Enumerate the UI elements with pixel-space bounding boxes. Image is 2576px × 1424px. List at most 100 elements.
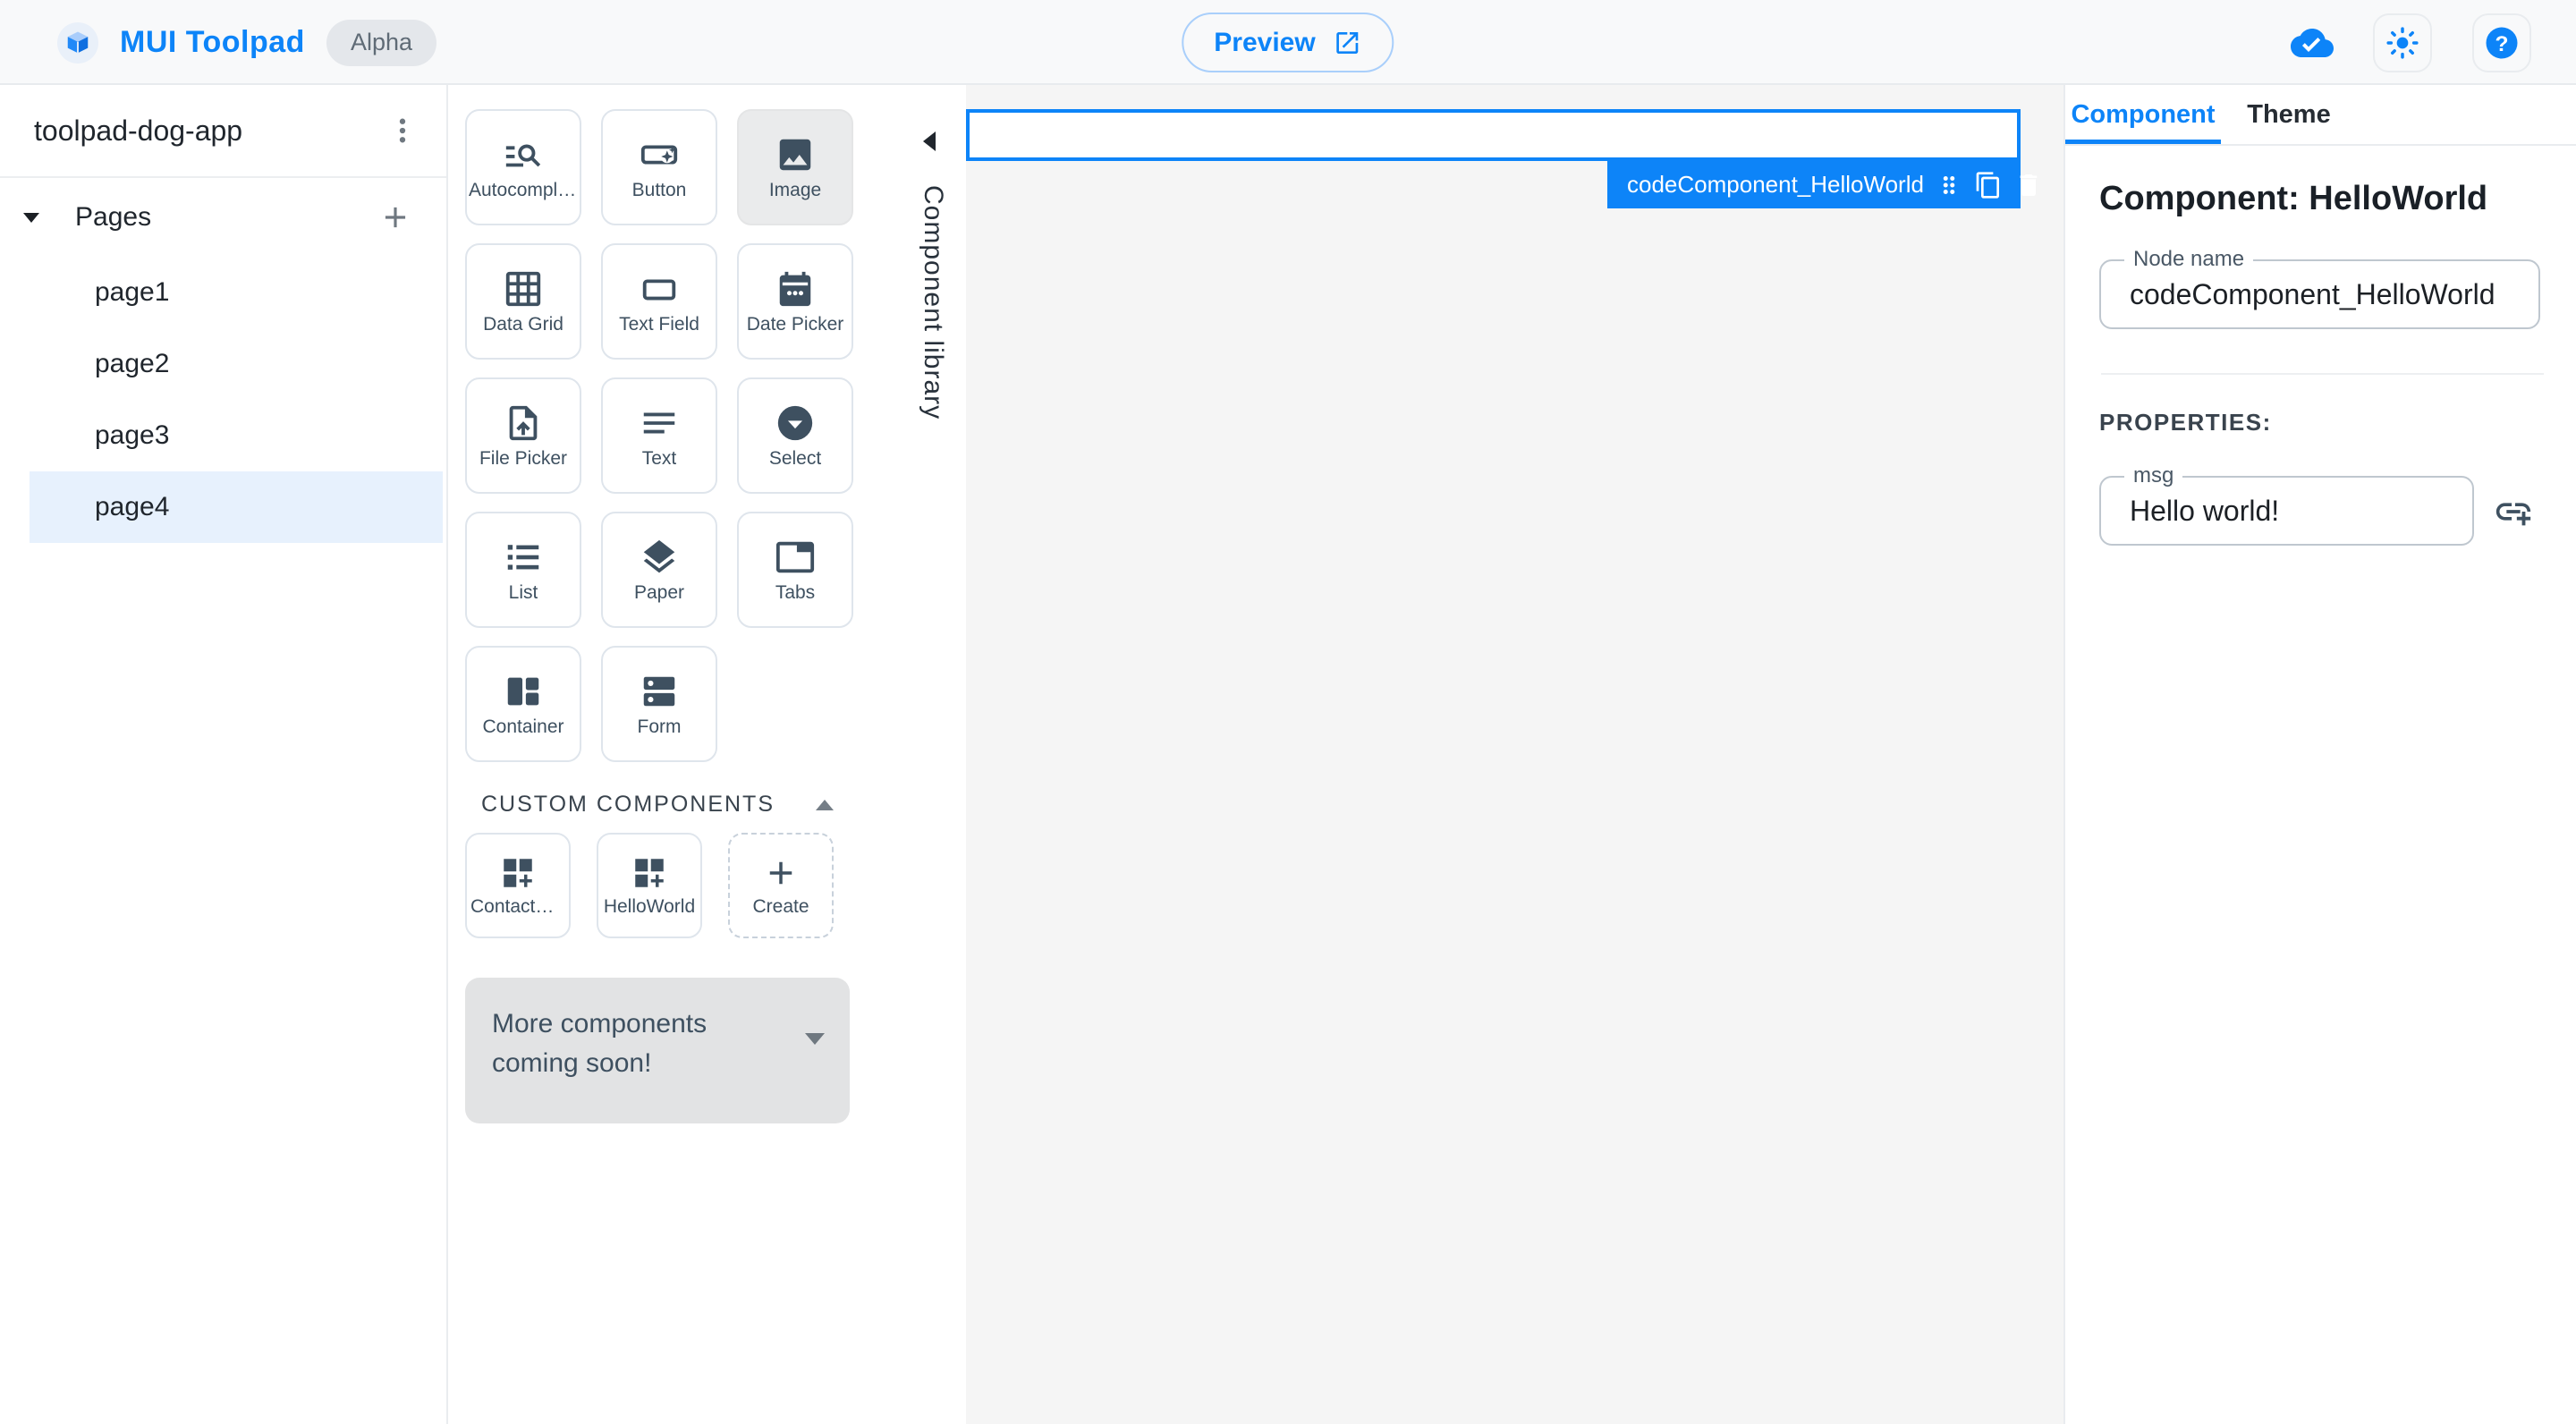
tile-label: Image — [768, 179, 822, 200]
tile-label: Create — [752, 895, 809, 917]
image-icon — [779, 139, 811, 170]
dashboard-customize-icon — [504, 858, 532, 887]
drag-handle[interactable] — [1936, 172, 1962, 199]
container-icon — [507, 677, 539, 705]
duplicate-node-button[interactable] — [1974, 171, 2003, 199]
properties-label: PROPERTIES: — [2099, 409, 2272, 436]
tile-label: Autocomplete — [469, 179, 578, 200]
library-collapse-rail: Component library — [900, 85, 966, 1424]
tile-label: ContactSta… — [470, 895, 565, 917]
light-mode-icon — [2386, 26, 2419, 59]
alpha-badge: Alpha — [326, 19, 437, 66]
inspector-panel: Component Theme Component: HelloWorld No… — [2063, 85, 2576, 1424]
sidebar-item-page3[interactable]: page3 — [0, 400, 446, 471]
custom-components-grid: ContactSta… HelloWorld Create — [465, 833, 834, 938]
preview-button-label: Preview — [1214, 27, 1316, 57]
smart-button-icon — [640, 144, 678, 165]
tab-theme[interactable]: Theme — [2221, 85, 2357, 144]
custom-component-tile-contactsta[interactable]: ContactSta… — [465, 833, 571, 938]
expand-coming-soon-icon[interactable] — [805, 1033, 825, 1045]
component-tile-date-picker[interactable]: Date Picker — [737, 243, 853, 360]
tile-label: Date Picker — [746, 313, 844, 335]
custom-components-label: CUSTOM COMPONENTS — [481, 792, 775, 817]
plus-icon — [769, 861, 792, 884]
autocomplete-icon — [505, 144, 541, 166]
drag-indicator-icon — [1943, 175, 1955, 194]
tile-label: List — [508, 581, 538, 603]
tile-label: Paper — [633, 581, 685, 603]
component-tile-list[interactable]: List — [465, 512, 581, 628]
component-tile-image[interactable]: Image — [737, 109, 853, 225]
section-divider — [2101, 373, 2544, 375]
help-button[interactable]: ? — [2472, 13, 2531, 72]
pages-list: page1 page2 page3 page4 — [0, 257, 446, 543]
component-tiles-grid: Autocomplete Button Image Data Grid Text… — [465, 109, 853, 762]
component-library-panel: Autocomplete Button Image Data Grid Text… — [448, 85, 966, 1424]
open-in-new-icon — [1336, 31, 1359, 54]
coming-soon-text: More components coming soon! — [492, 1009, 708, 1078]
component-heading: Component: HelloWorld — [2099, 180, 2488, 217]
tab-icon — [775, 541, 815, 572]
custom-components-header[interactable]: CUSTOM COMPONENTS — [481, 792, 834, 818]
tile-label: Tabs — [775, 581, 816, 603]
component-tile-form[interactable]: Form — [601, 646, 717, 762]
collapse-pages-icon[interactable] — [23, 212, 39, 223]
app-name: toolpad-dog-app — [34, 114, 243, 147]
custom-component-tile-helloworld[interactable]: HelloWorld — [597, 833, 702, 938]
tile-label: Select — [768, 447, 822, 469]
selected-node-name: codeComponent_HelloWorld — [1627, 171, 1924, 198]
cloud-done-icon — [2291, 21, 2334, 64]
coming-soon-panel[interactable]: More components coming soon! — [465, 978, 850, 1123]
notes-icon — [643, 412, 675, 433]
form-icon — [643, 676, 675, 706]
sidebar-item-page2[interactable]: page2 — [0, 328, 446, 400]
tab-component[interactable]: Component — [2065, 85, 2221, 144]
layers-icon — [643, 539, 675, 572]
kebab-menu-icon[interactable] — [386, 114, 419, 148]
component-tile-tabs[interactable]: Tabs — [737, 512, 853, 628]
pages-tree-header[interactable]: Pages — [0, 178, 446, 257]
active-tab-indicator — [2065, 140, 2221, 144]
list-icon — [507, 544, 539, 570]
bind-property-button[interactable] — [2489, 487, 2538, 536]
mui-toolpad-logo-icon[interactable] — [57, 21, 98, 64]
calendar-icon — [779, 271, 811, 306]
component-tile-paper[interactable]: Paper — [601, 512, 717, 628]
selected-node-toolbar: codeComponent_HelloWorld — [1607, 161, 2038, 208]
copy-icon — [1976, 171, 1999, 199]
tile-label: Form — [637, 716, 682, 737]
tile-label: Data Grid — [483, 313, 564, 335]
add-link-icon — [2496, 503, 2531, 526]
sidebar-item-page4[interactable]: page4 — [30, 471, 443, 543]
msg-field: msg — [2099, 463, 2474, 546]
mui-cube-icon — [67, 31, 89, 53]
tile-label: File Picker — [479, 447, 568, 469]
add-page-icon[interactable] — [378, 200, 412, 234]
create-component-tile[interactable]: Create — [728, 833, 834, 938]
preview-button[interactable]: Preview — [1182, 13, 1394, 72]
brand: MUI Toolpad Alpha — [57, 0, 437, 85]
component-tile-autocomplete[interactable]: Autocomplete — [465, 109, 581, 225]
msg-label: msg — [2124, 463, 2183, 488]
component-tile-data-grid[interactable]: Data Grid — [465, 243, 581, 360]
tile-label: Container — [482, 716, 564, 737]
node-name-label: Node name — [2124, 247, 2254, 272]
tile-label: Text Field — [619, 313, 699, 335]
component-tile-text-field[interactable]: Text Field — [601, 243, 717, 360]
collapse-library-icon[interactable] — [923, 131, 936, 151]
component-tile-container[interactable]: Container — [465, 646, 581, 762]
node-name-field: Node name — [2099, 247, 2540, 329]
delete-node-button[interactable] — [2014, 171, 2043, 199]
collapse-custom-section-icon[interactable] — [816, 799, 834, 810]
component-tile-file-picker[interactable]: File Picker — [465, 377, 581, 494]
pages-label: Pages — [75, 202, 152, 232]
sidebar-item-page1[interactable]: page1 — [0, 257, 446, 328]
editor-canvas[interactable]: codeComponent_HelloWorld — [966, 85, 2063, 1424]
grid-icon — [505, 271, 541, 306]
upload-file-icon — [509, 405, 538, 440]
component-tile-button[interactable]: Button — [601, 109, 717, 225]
component-tile-select[interactable]: Select — [737, 377, 853, 494]
component-tile-text[interactable]: Text — [601, 377, 717, 494]
theme-toggle-button[interactable] — [2373, 13, 2432, 72]
selected-component-helloworld[interactable] — [966, 109, 2021, 161]
